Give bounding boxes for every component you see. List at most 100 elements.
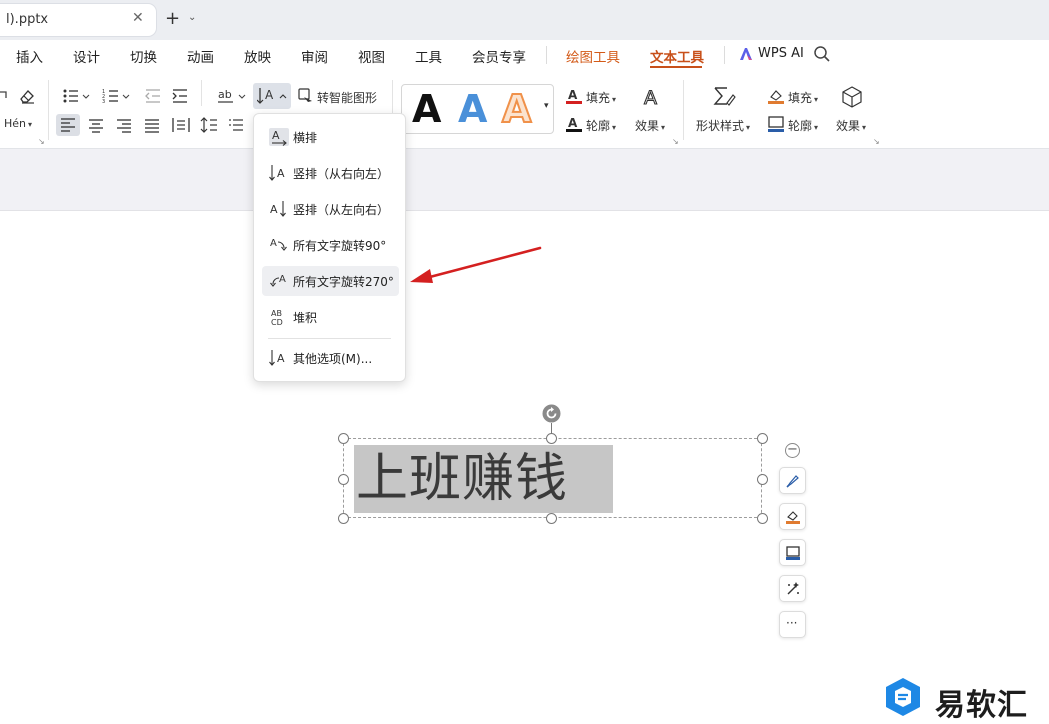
resize-handle-top[interactable] — [546, 433, 557, 444]
numbered-list-icon[interactable]: 123 — [102, 88, 130, 108]
line-spacing-icon[interactable] — [200, 117, 218, 137]
menu-item-vertical-rtl[interactable]: A 竖排（从右向左） — [262, 158, 399, 188]
shape-style-icon — [711, 85, 737, 113]
shape-fill-button[interactable]: 填充 ▾ — [788, 89, 818, 106]
menu-slideshow[interactable]: 放映 — [244, 46, 271, 66]
ai-tools-float-button[interactable] — [779, 575, 806, 602]
menu-item-rotate-90[interactable]: A 所有文字旋转90° — [262, 230, 399, 260]
partial-tool-icon[interactable] — [0, 88, 10, 108]
shape-fill-float-button[interactable] — [779, 503, 806, 530]
menu-transition[interactable]: 切换 — [130, 46, 157, 66]
menu-tools[interactable]: 工具 — [415, 46, 442, 66]
resize-handle-bottom[interactable] — [546, 513, 557, 524]
resize-handle-left[interactable] — [338, 474, 349, 485]
paragraph-spacing-icon[interactable] — [228, 117, 244, 137]
menu-review[interactable]: 审阅 — [301, 46, 328, 66]
increase-indent-icon[interactable] — [171, 88, 189, 108]
slide-area-header — [0, 149, 1049, 211]
wps-ai-icon[interactable] — [738, 46, 754, 66]
shape-outline-button[interactable]: 轮廓 ▾ — [788, 117, 818, 134]
text-effect-button[interactable]: 效果 ▾ — [635, 117, 665, 134]
resize-handle-right[interactable] — [757, 474, 768, 485]
menu-item-label: 所有文字旋转270° — [293, 275, 394, 289]
menu-item-label: 竖排（从右向左） — [293, 167, 390, 181]
watermark-logo-icon — [886, 678, 920, 716]
dialog-launcher-icon[interactable]: ↘ — [873, 137, 880, 146]
menu-wps-ai[interactable]: WPS AI — [758, 46, 804, 61]
dialog-launcher-icon[interactable]: ↘ — [38, 137, 45, 146]
bullet-list-icon[interactable] — [62, 88, 90, 108]
phonetic-guide-button[interactable]: Hén ▾ — [4, 117, 32, 130]
text-direction-button[interactable]: A — [253, 83, 291, 109]
dialog-launcher-icon[interactable]: ↘ — [672, 137, 679, 146]
convert-smart-shape-button[interactable]: 转智能图形 — [317, 89, 377, 106]
menu-item-stacked[interactable]: AB CD 堆积 — [262, 302, 399, 332]
eraser-icon[interactable] — [18, 87, 36, 109]
shape-style-button[interactable]: 形状样式 ▾ — [696, 117, 750, 134]
menu-insert[interactable]: 插入 — [16, 46, 43, 66]
active-tab-underline — [650, 66, 702, 68]
text-outline-button[interactable]: 轮廓 ▾ — [586, 117, 616, 134]
svg-text:CD: CD — [271, 318, 283, 326]
align-left-button[interactable] — [56, 114, 80, 136]
wordart-style-gallery[interactable]: A A A — [401, 84, 554, 134]
wordart-style-blue[interactable]: A — [458, 87, 487, 131]
menu-separator — [268, 338, 391, 339]
resize-handle-bottom-right[interactable] — [757, 513, 768, 524]
text-fill-icon: A — [565, 87, 583, 109]
stacked-text-icon: ABCD — [271, 309, 283, 326]
text-direction-options-icon: A — [269, 350, 285, 366]
resize-handle-top-right[interactable] — [757, 433, 768, 444]
rotate-90-icon: A — [270, 238, 287, 251]
text-fill-button[interactable]: 填充 ▾ — [586, 89, 616, 106]
menu-animation[interactable]: 动画 — [187, 46, 214, 66]
rotate-270-icon: A — [270, 274, 286, 287]
menu-drawing-tools[interactable]: 绘图工具 — [566, 46, 620, 66]
menu-item-more-options[interactable]: A 其他选项(M)... — [262, 343, 399, 373]
align-center-icon[interactable] — [88, 118, 104, 137]
distribute-icon[interactable] — [172, 117, 190, 137]
shape-outline-float-button[interactable] — [779, 539, 806, 566]
tab-list-dropdown-icon[interactable]: ⌄ — [188, 12, 196, 23]
wordart-style-black[interactable]: A — [412, 87, 441, 131]
wordart-style-orange[interactable]: A — [501, 86, 532, 132]
watermark: 易软汇 — [883, 676, 1049, 723]
text-box-content[interactable]: 上班赚钱 — [354, 445, 613, 513]
text-effect-icon: A — [640, 85, 664, 113]
menu-separator — [724, 46, 725, 64]
justify-icon[interactable] — [144, 118, 160, 137]
wordart-gallery-more-icon[interactable]: ▾ — [544, 101, 549, 111]
format-brush-button[interactable] — [779, 467, 806, 494]
close-tab-icon[interactable]: ✕ — [132, 10, 144, 26]
menu-item-label: 竖排（从左向右） — [293, 203, 390, 217]
character-spacing-icon[interactable]: ab — [217, 88, 247, 108]
resize-handle-top-left[interactable] — [338, 433, 349, 444]
text-box[interactable]: 上班赚钱 — [343, 438, 762, 518]
text-direction-menu: A 横排 A 竖排（从右向左） A 竖排（从左向右） A 所有文字旋转90° A… — [253, 113, 406, 382]
menu-design[interactable]: 设计 — [73, 46, 100, 66]
collapse-toolbar-icon[interactable]: − — [785, 443, 800, 458]
shape-effect-button[interactable]: 效果 ▾ — [836, 117, 866, 134]
menu-item-rotate-270[interactable]: A 所有文字旋转270° — [262, 266, 399, 296]
menu-member[interactable]: 会员专享 — [472, 46, 526, 66]
shape-style-label: 形状样式 — [696, 119, 745, 133]
menu-text-tools[interactable]: 文本工具 — [650, 46, 704, 66]
align-right-icon[interactable] — [116, 118, 132, 137]
new-tab-icon[interactable]: + — [165, 8, 180, 29]
document-tab[interactable]: l).pptx ✕ — [0, 4, 156, 36]
decrease-indent-icon[interactable] — [144, 88, 162, 108]
phonetic-guide-label: Hén — [4, 117, 27, 130]
vertical-ltr-icon: A — [270, 201, 286, 217]
menu-item-label: 其他选项(M)... — [293, 352, 373, 366]
more-options-float-button[interactable]: ··· — [779, 611, 806, 638]
resize-handle-bottom-left[interactable] — [338, 513, 349, 524]
shape-effect-icon — [840, 85, 864, 113]
svg-text:A: A — [568, 88, 578, 102]
menu-view[interactable]: 视图 — [358, 46, 385, 66]
text-effect-label: 效果 — [635, 119, 660, 133]
menu-item-horizontal[interactable]: A 横排 — [262, 122, 399, 152]
svg-text:3: 3 — [102, 99, 105, 104]
menu-item-vertical-ltr[interactable]: A 竖排（从左向右） — [262, 194, 399, 224]
annotation-arrow-icon — [410, 246, 542, 283]
search-icon[interactable] — [813, 45, 831, 67]
